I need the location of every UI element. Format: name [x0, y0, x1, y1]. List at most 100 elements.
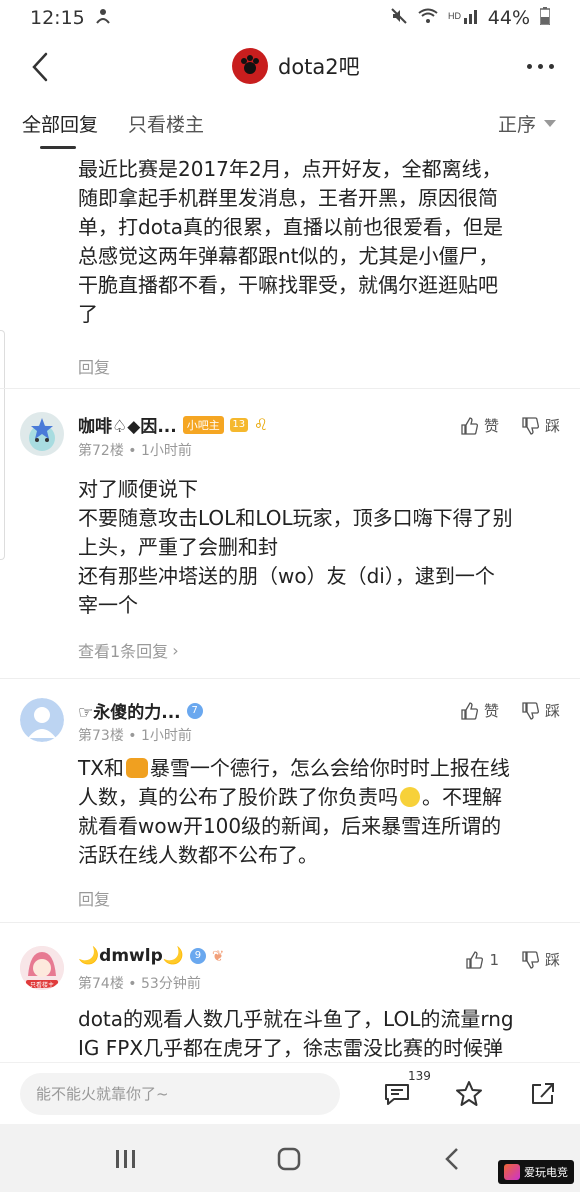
status-time: 12:15	[30, 7, 85, 29]
dot-icon	[527, 64, 532, 69]
sort-dropdown[interactable]: 正序	[498, 110, 556, 137]
avatar[interactable]	[20, 412, 64, 456]
top-navigation: dota2吧	[0, 36, 580, 98]
sort-label: 正序	[497, 114, 536, 136]
watermark-text: 爱玩电竞	[524, 1166, 568, 1179]
post-meta: 第73楼 • 1小时前	[78, 725, 192, 745]
dislike-button[interactable]: 踩	[521, 415, 560, 436]
thumbs-up-icon	[461, 701, 478, 720]
username[interactable]: ☞永傻的力...	[78, 698, 181, 723]
dislike-button[interactable]: 踩	[521, 700, 560, 721]
smile-emoji-icon	[400, 787, 420, 807]
reply-link[interactable]: 回复	[78, 886, 110, 910]
avatar-tag: 只看楼主	[30, 981, 54, 989]
thumbs-down-icon	[522, 950, 539, 969]
avatar[interactable]: 只看楼主	[20, 946, 64, 990]
back-button[interactable]	[26, 50, 56, 84]
post-text: TX和 暴雪一个德行，怎么会给你时时上报在线 人数，真的公布了股价跌了你负责吗 。不…	[78, 754, 560, 870]
reply-link[interactable]: 回复	[78, 354, 110, 378]
wifi-icon	[418, 7, 438, 29]
filter-tabs: 全部回复 只看楼主 正序	[0, 98, 580, 150]
home-icon	[277, 1147, 301, 1171]
avatar[interactable]	[20, 698, 64, 742]
comment-count: 139	[408, 1069, 431, 1083]
floor-number: 第72楼	[78, 443, 124, 459]
thumbs-down-icon	[522, 416, 539, 435]
moderator-badge: 小吧主	[182, 415, 224, 434]
thumbs-up-icon	[461, 416, 478, 435]
recent-apps-button[interactable]	[114, 1148, 138, 1174]
like-label: 赞	[483, 417, 499, 435]
username-row: ☞永傻的力... 7	[78, 698, 203, 723]
tab-owner-only[interactable]: 只看楼主	[128, 110, 204, 137]
username[interactable]: 🌙dmwlp🌙	[78, 946, 184, 966]
post-text-part: TX和	[78, 756, 124, 780]
app-notification-icon	[95, 7, 111, 30]
thumbs-down-icon	[522, 701, 539, 720]
chevron-left-icon	[445, 1148, 458, 1170]
reply-input[interactable]: 能不能火就靠你了~	[20, 1073, 340, 1115]
like-button[interactable]: 1	[465, 951, 499, 969]
dislike-button[interactable]: 踩	[521, 949, 560, 970]
dislike-label: 踩	[544, 702, 560, 720]
more-options-button[interactable]	[527, 64, 554, 69]
floor-number: 第74楼	[78, 976, 124, 992]
comment-icon	[385, 1084, 409, 1105]
lungs-icon: ❦	[211, 947, 225, 965]
watermark-logo-icon	[504, 1164, 520, 1180]
post-text: dota的观看人数几乎就在斗鱼了，LOL的流量rng IG FPX几乎都在虎牙了…	[78, 1007, 514, 1060]
meta-dot: •	[128, 443, 137, 459]
level-badge: 9	[189, 948, 206, 964]
fist-emoji-icon	[125, 758, 148, 778]
tab-all-replies[interactable]: 全部回复	[22, 110, 98, 137]
view-replies-link[interactable]: 查看1条回复 ›	[78, 638, 179, 662]
divider	[0, 388, 580, 389]
level-badge: 13	[229, 417, 248, 432]
dot-icon	[538, 64, 543, 69]
floor-number: 第73楼	[78, 728, 124, 744]
post-actions: 赞 踩	[460, 415, 560, 436]
like-count: 1	[489, 950, 499, 969]
recent-apps-icon	[116, 1150, 135, 1168]
like-button[interactable]: 赞	[460, 700, 499, 721]
share-button[interactable]	[528, 1079, 558, 1109]
meta-dot: •	[128, 728, 137, 744]
active-tab-indicator	[40, 146, 76, 149]
star-icon	[456, 1081, 482, 1106]
post-time: 1小时前	[141, 728, 192, 744]
meta-dot: •	[128, 976, 137, 992]
comment-button[interactable]	[382, 1079, 412, 1109]
post-text: 最近比赛是2017年2月，点开好友，全都离线， 随即拿起手机群里发消息，王者开黑…	[78, 157, 504, 326]
forum-logo-icon	[232, 48, 268, 84]
bottom-action-bar: 能不能火就靠你了~ 139	[0, 1062, 580, 1124]
system-navigation-bar: 爱玩电竞	[0, 1124, 580, 1192]
like-label: 赞	[483, 702, 499, 720]
view-replies-label: 查看1条回复	[78, 642, 169, 661]
chevron-down-icon	[544, 120, 556, 127]
post-meta: 第74楼 • 53分钟前	[78, 973, 201, 993]
chevron-right-icon: ›	[172, 640, 179, 660]
favorite-button[interactable]	[454, 1079, 484, 1109]
username-row: 咖啡♤◆因... 小吧主 13 ♌	[78, 412, 268, 437]
post-meta: 第72楼 • 1小时前	[78, 440, 192, 460]
mute-icon	[390, 7, 408, 30]
thumbs-up-icon	[466, 950, 484, 969]
signal-icon: HD	[448, 7, 478, 29]
dot-icon	[549, 64, 554, 69]
like-button[interactable]: 赞	[460, 415, 499, 436]
svg-text:HD: HD	[448, 11, 461, 21]
system-back-button[interactable]	[442, 1146, 462, 1176]
divider	[0, 922, 580, 923]
username-row: 🌙dmwlp🌙 9 ❦	[78, 946, 225, 966]
username[interactable]: 咖啡♤◆因...	[78, 412, 177, 437]
reply-list[interactable]: 最近比赛是2017年2月，点开好友，全都离线， 随即拿起手机群里发消息，王者开黑…	[0, 150, 580, 1062]
dislike-label: 踩	[544, 417, 560, 435]
forum-title[interactable]: dota2吧	[232, 48, 360, 84]
post-actions: 1 踩	[465, 949, 560, 970]
home-button[interactable]	[276, 1146, 302, 1176]
post-time: 53分钟前	[141, 976, 201, 992]
post-actions: 赞 踩	[460, 700, 560, 721]
battery-icon	[539, 6, 551, 30]
back-arrow-icon	[32, 52, 48, 82]
battery-text: 44%	[487, 7, 530, 29]
